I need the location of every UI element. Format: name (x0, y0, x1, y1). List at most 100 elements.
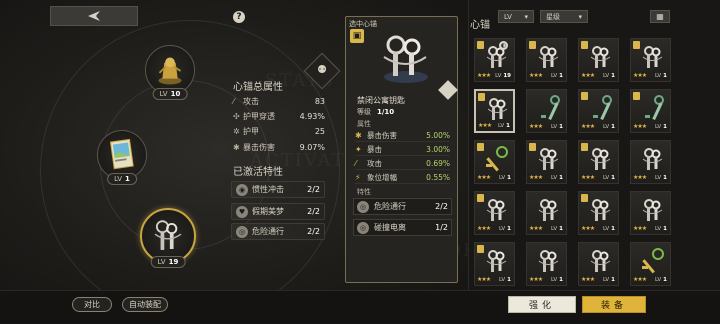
gold-key-icon (642, 248, 664, 274)
item-level: LV 1 (499, 175, 511, 181)
level-label: LV (498, 226, 506, 232)
attr-label: 暴击伤害 (367, 130, 397, 140)
inventory-item[interactable]: ★★★ LV 1 (578, 38, 619, 82)
level-value: 19 (503, 73, 511, 79)
keys-key-icon (590, 250, 611, 272)
anchor-slot-3[interactable]: LV 19 (140, 208, 196, 268)
level-label: LV (602, 175, 610, 181)
star-rating: ★★★ (633, 276, 647, 283)
trait-row[interactable]: ♥ 假期美梦 2/2 (231, 203, 325, 220)
inventory-item[interactable]: ★★★ LV 1 (630, 38, 671, 82)
keys-key-icon (538, 199, 559, 221)
level-value: 1 (559, 124, 563, 130)
trait-row[interactable]: ◉ 惯性冲击 2/2 (231, 181, 325, 198)
lock-icon[interactable]: ▣ (350, 29, 364, 43)
level-label: LV (654, 277, 662, 283)
level-value: 1 (611, 277, 615, 283)
level-label: LV (654, 226, 662, 232)
anchor-slot-2[interactable]: LV 1 (97, 130, 147, 185)
detail-trait-row[interactable]: ◎ 危险通行 2/2 (353, 198, 452, 215)
equip-button[interactable]: 装备 (582, 296, 646, 313)
lock-icon (477, 245, 484, 253)
back-button[interactable] (50, 6, 138, 26)
stat-value: 83 (314, 96, 325, 106)
level-label: LV (654, 124, 662, 130)
anchor-name: 禁闭公寓钥匙 (357, 96, 405, 105)
trait-icon: ♥ (236, 205, 248, 218)
item-level: LV 1 (551, 226, 563, 232)
armor-pierce-icon: ✣ (233, 111, 240, 121)
crit-damage-icon: ✱ (355, 130, 362, 140)
postcard-icon (109, 138, 134, 170)
level-value: 1 (611, 175, 615, 181)
selected-anchor-panel: 选中心锚 ▣ 禁闭公寓钥匙 等级 1/10 属性 ✱ 暴击伤害 5.00% ✦ 暴… (345, 16, 458, 283)
inventory-item[interactable]: ★★★ LV 1 (474, 242, 515, 286)
stat-label: 暴击伤害 (243, 142, 275, 152)
compare-button[interactable]: 对比 (72, 297, 112, 312)
grid-view-icon[interactable]: ▦ (650, 10, 670, 23)
trait-label: 假期美梦 (252, 207, 284, 216)
crit-damage-icon: ✱ (233, 142, 240, 152)
inventory-item[interactable]: ★★★ LV 1 (630, 242, 671, 286)
level-label: LV (497, 123, 505, 129)
inventory-item[interactable]: ★★★ LV 1 (526, 89, 567, 133)
inventory-item[interactable]: ★★★ LV 1 (578, 242, 619, 286)
dropdown-label: 星级 (546, 12, 560, 21)
keys-key-icon (590, 199, 611, 221)
inventory-item[interactable]: ★★★ LV 1 (526, 38, 567, 82)
trait-row[interactable]: ◎ 危险通行 2/2 (231, 223, 325, 240)
inventory-item[interactable]: ★★★ LV 1 (526, 242, 567, 286)
detail-trait-row[interactable]: ◎ 碰撞电离 1/2 (353, 219, 452, 236)
trait-icon: ◎ (357, 221, 369, 234)
slot-level-badge: LV 10 (152, 88, 188, 100)
star-rating: ★★★ (529, 225, 543, 232)
inventory-item[interactable]: ★★★ LV 1 (526, 140, 567, 184)
item-level: LV 1 (603, 124, 615, 130)
level-value: 1 (663, 175, 667, 181)
inventory-item[interactable]: ◐ ★★★ LV 19 (474, 38, 515, 82)
lock-icon (477, 41, 484, 49)
level-label: LV (550, 175, 558, 181)
green-key-icon (541, 95, 560, 121)
enhance-button[interactable]: 强化 (508, 296, 576, 313)
inventory-item[interactable]: ★★★ LV 1 (474, 89, 515, 133)
inventory-item[interactable]: ★★★ LV 1 (474, 191, 515, 235)
trait-label: 惯性冲击 (252, 185, 284, 194)
level-value: 1 (663, 277, 667, 283)
trait-count: 2/2 (307, 185, 320, 194)
inventory-item[interactable]: ★★★ LV 1 (578, 191, 619, 235)
level-label: LV (498, 277, 506, 283)
inventory-item[interactable]: ★★★ LV 1 (526, 191, 567, 235)
anchor-slot-1[interactable]: LV 10 (145, 45, 195, 100)
help-icon[interactable]: ? (233, 11, 245, 23)
amplify-icon: ⚡ (355, 172, 361, 182)
stat-value: 25 (314, 126, 325, 136)
trait-count: 1/2 (435, 223, 448, 232)
item-level: LV 1 (499, 226, 511, 232)
attr-value: 0.69% (426, 158, 450, 168)
keys-key-icon (486, 199, 507, 221)
inventory-item[interactable]: ★★★ LV 1 (630, 89, 671, 133)
level-sort-dropdown[interactable]: LV ▾ (498, 10, 534, 23)
trait-label: 碰撞电离 (374, 223, 406, 232)
lock-icon (581, 92, 588, 100)
level-label: LV (602, 226, 610, 232)
item-level: LV 1 (655, 73, 667, 79)
auto-equip-button[interactable]: 自动装配 (122, 297, 168, 312)
inventory-item[interactable]: ★★★ LV 1 (630, 191, 671, 235)
keys-key-icon (642, 46, 663, 68)
inventory-item[interactable]: ★★★ LV 1 (578, 89, 619, 133)
anchor-level: 等级 1/10 (357, 108, 395, 116)
lock-icon (633, 92, 640, 100)
level-label: LV (550, 73, 558, 79)
inventory-item[interactable]: ★★★ LV 1 (474, 140, 515, 184)
inventory-item[interactable]: ★★★ LV 1 (578, 140, 619, 184)
star-rating: ★★★ (529, 72, 543, 79)
inventory-item[interactable]: ★★★ LV 1 (630, 140, 671, 184)
item-level: LV 1 (655, 124, 667, 130)
equipped-flag-icon: ◐ (499, 41, 508, 50)
attr-label: 暴击 (367, 144, 382, 154)
star-filter-dropdown[interactable]: 星级 ▾ (540, 10, 588, 23)
level-value: 1 (559, 277, 563, 283)
attr-section-title: 属性 (357, 120, 371, 128)
